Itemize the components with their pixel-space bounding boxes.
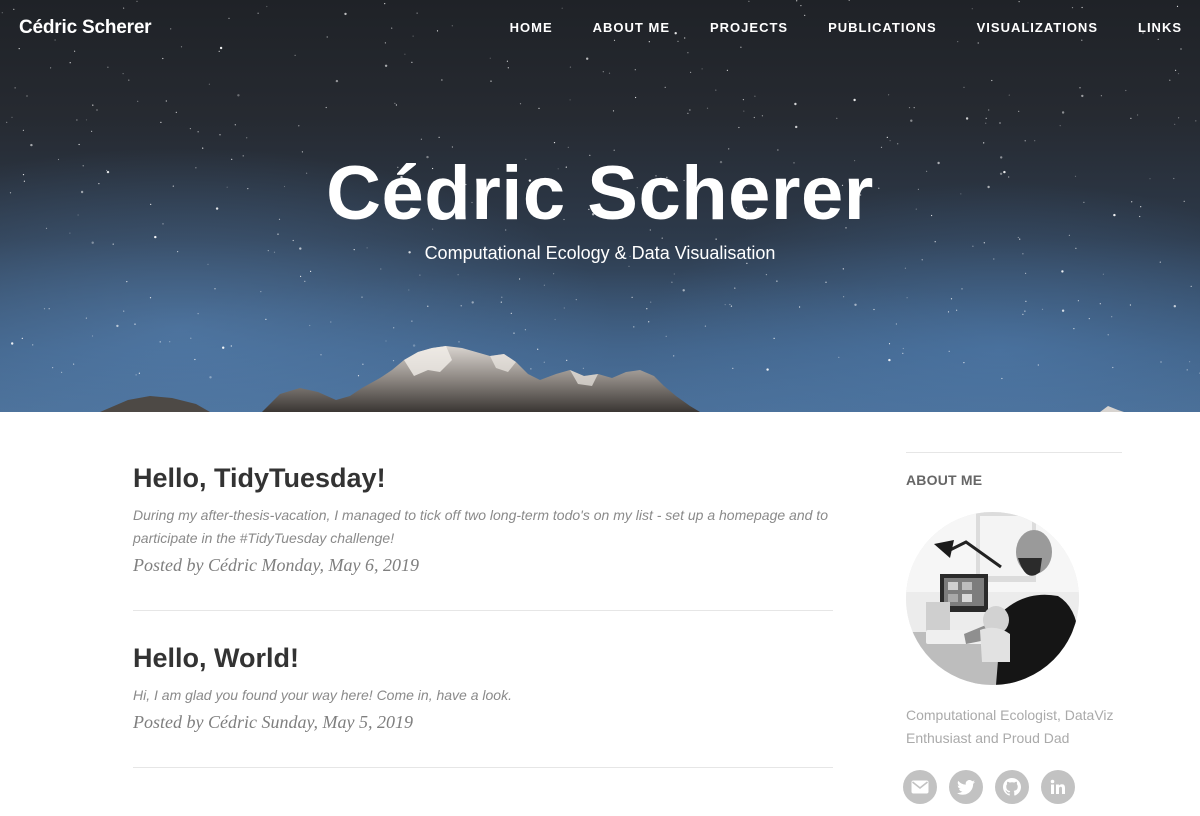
nav-projects[interactable]: PROJECTS (710, 17, 788, 39)
linkedin-icon (1050, 779, 1065, 794)
post-divider (133, 610, 833, 611)
envelope-icon (911, 780, 929, 794)
nav-home[interactable]: HOME (510, 17, 553, 39)
mountain-silhouette (100, 346, 1124, 412)
nav-visualizations[interactable]: VISUALIZATIONS (977, 17, 1098, 39)
nav-publications[interactable]: PUBLICATIONS (828, 17, 937, 39)
email-link[interactable] (903, 770, 937, 804)
github-link[interactable] (995, 770, 1029, 804)
hero-title: Cédric Scherer (326, 151, 874, 236)
sidebar-heading: ABOUT ME (906, 472, 983, 488)
post-excerpt: During my after-thesis-vacation, I manag… (133, 507, 828, 546)
hero-subtitle: Computational Ecology & Data Visualisati… (424, 243, 776, 263)
post-meta: Posted by Cédric Monday, May 6, 2019 (133, 555, 419, 575)
post-preview: Hello, World! Hi, I am glad you found yo… (133, 640, 833, 735)
nav-links[interactable]: LINKS (1138, 17, 1182, 39)
social-links (903, 770, 1075, 804)
nav-about-me[interactable]: ABOUT ME (593, 17, 670, 39)
post-title-link[interactable]: Hello, World! (133, 640, 833, 676)
sidebar-divider (906, 452, 1122, 453)
post-excerpt: Hi, I am glad you found your way here! C… (133, 687, 512, 703)
github-icon (1003, 778, 1021, 796)
post-meta: Posted by Cédric Sunday, May 5, 2019 (133, 712, 413, 732)
profile-photo (906, 512, 1079, 685)
sidebar-bio: Computational Ecologist, DataViz Enthusi… (906, 707, 1114, 746)
post-divider (133, 767, 833, 768)
main-navigation: HOME ABOUT ME PROJECTS PUBLICATIONS VISU… (470, 17, 1182, 39)
profile-avatar (906, 512, 1079, 685)
site-brand-link[interactable]: Cédric Scherer (19, 15, 152, 41)
hero-header: Cédric Scherer HOME ABOUT ME PROJECTS PU… (0, 0, 1200, 412)
post-preview: Hello, TidyTuesday! During my after-thes… (133, 460, 833, 578)
linkedin-link[interactable] (1041, 770, 1075, 804)
twitter-link[interactable] (949, 770, 983, 804)
twitter-icon (957, 779, 975, 795)
post-title-link[interactable]: Hello, TidyTuesday! (133, 460, 833, 496)
